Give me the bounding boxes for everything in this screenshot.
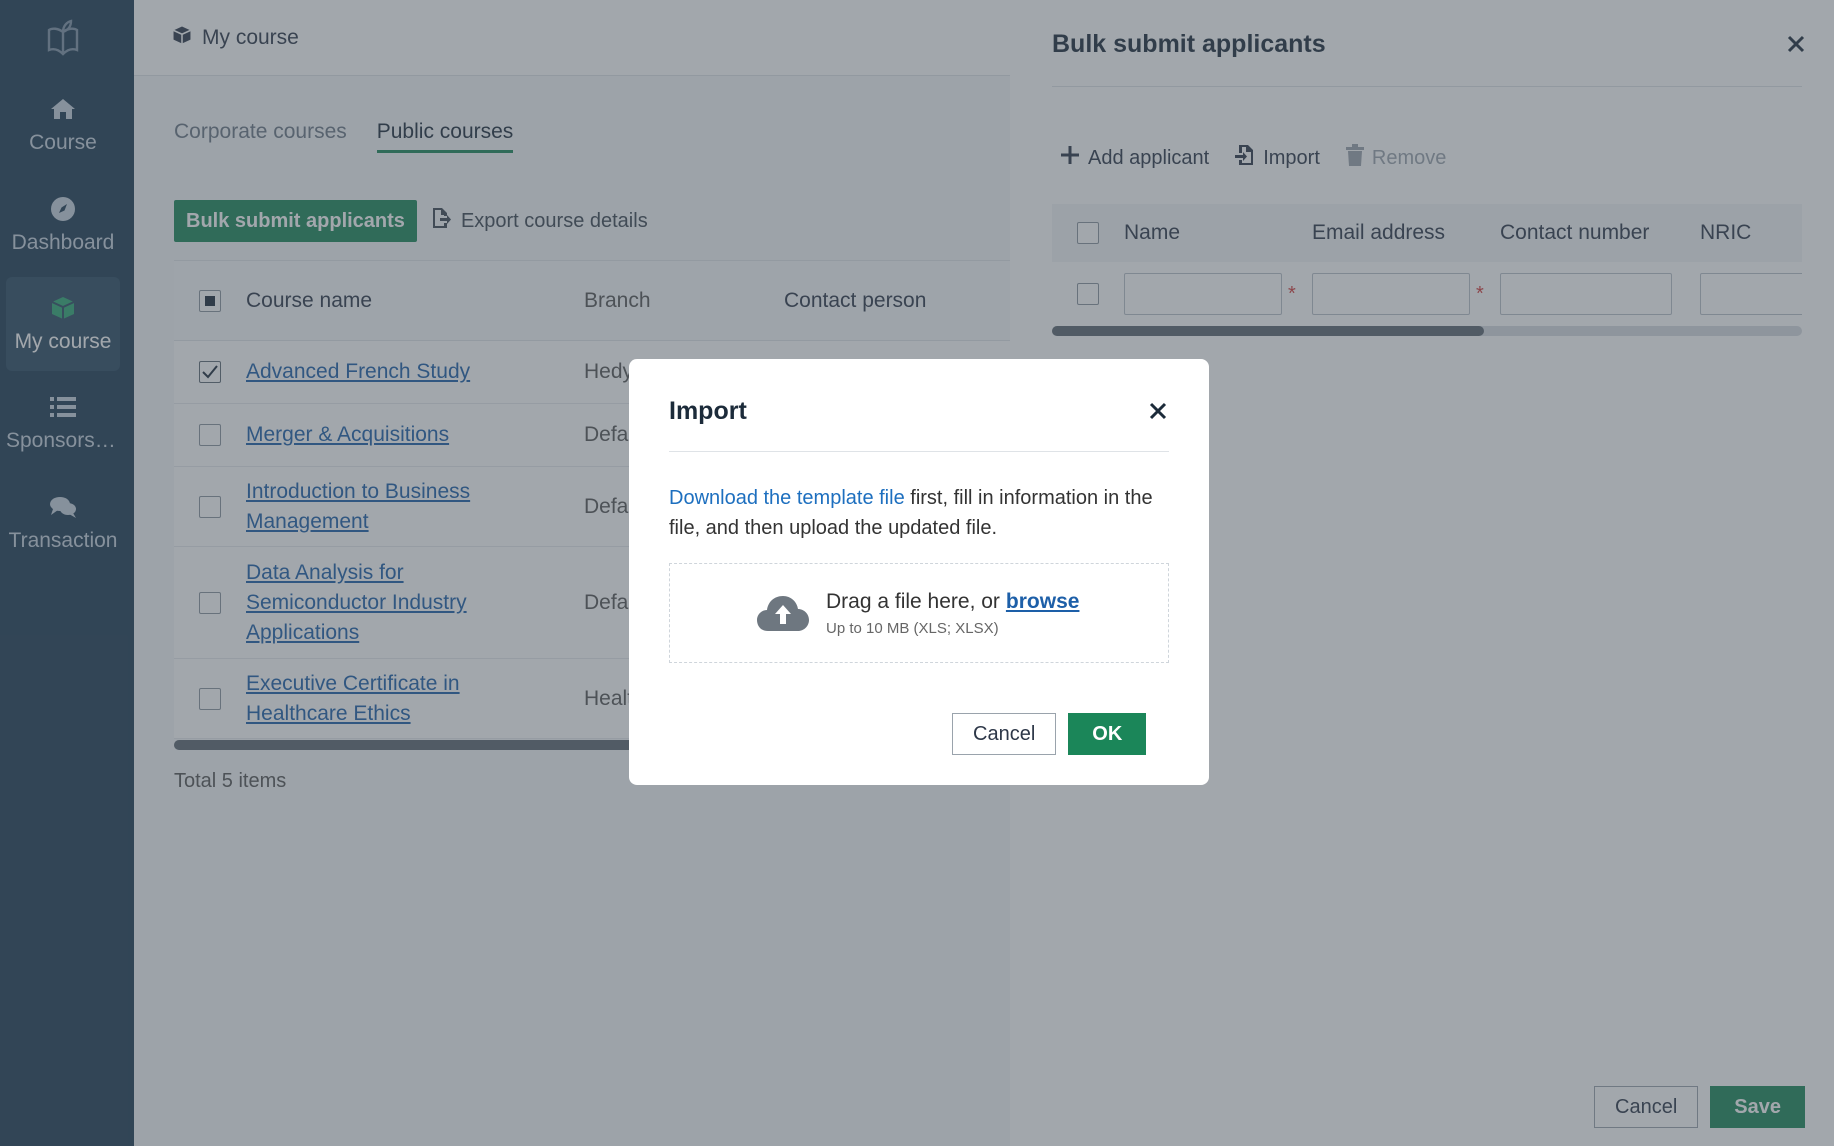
dialog-title: Import <box>669 397 747 425</box>
drop-text: Drag a file here, or <box>826 589 1000 613</box>
dialog-actions: Cancel OK <box>952 713 1147 755</box>
download-template-link[interactable]: Download the template file <box>669 487 905 509</box>
file-limit-hint: Up to 10 MB (XLS; XLSX) <box>826 619 999 637</box>
ok-button[interactable]: OK <box>1068 713 1147 755</box>
close-icon[interactable] <box>1146 399 1170 423</box>
file-dropzone[interactable]: Drag a file here, or browse Up to 10 MB (… <box>669 563 1169 663</box>
import-dialog: Import Download the template file first,… <box>629 359 1209 785</box>
import-instructions: Download the template file first, fill i… <box>669 483 1169 543</box>
cloud-upload-icon <box>756 593 810 633</box>
divider <box>669 451 1169 452</box>
cancel-button[interactable]: Cancel <box>952 713 1057 755</box>
browse-link[interactable]: browse <box>1006 590 1080 613</box>
